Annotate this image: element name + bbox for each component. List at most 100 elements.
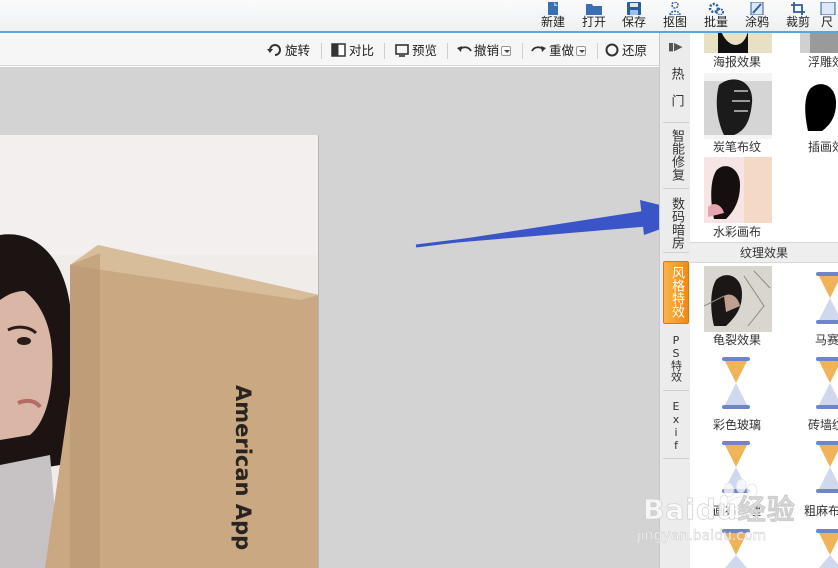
hourglass-loading-icon: [816, 272, 838, 324]
tab-style-effects-label: 风格特效: [669, 266, 684, 318]
redo-dropdown-arrow[interactable]: [576, 46, 587, 56]
effect-thumb-relief[interactable]: [800, 33, 838, 53]
effect-thumb-stained-glass[interactable]: [704, 351, 772, 417]
effect-thumb-more-1[interactable]: [704, 523, 772, 568]
separator: [447, 43, 448, 59]
batch-button[interactable]: 批量: [698, 2, 734, 32]
effect-thumb-mosaic[interactable]: [800, 266, 838, 332]
new-label: 新建: [540, 15, 565, 29]
poster-thumbnail: [704, 33, 772, 53]
tab-exif[interactable]: Exif: [663, 395, 689, 459]
effect-label-illustration: 插画效: [808, 140, 838, 154]
batch-label: 批量: [703, 15, 728, 29]
crop-label: 裁剪: [785, 15, 810, 29]
category-tab-strip: ▮▶ 热门 智能修复 数码暗房 风格特效 PS特效 Exif: [659, 33, 690, 568]
undo-icon: [457, 46, 472, 52]
crop-icon: [791, 2, 805, 15]
separator: [597, 43, 598, 59]
effect-label-relief: 浮雕效: [808, 55, 838, 69]
save-label: 保存: [621, 15, 646, 29]
hourglass-loading-icon: [816, 529, 838, 568]
charcoal-thumbnail: [704, 73, 772, 139]
cutout-icon: [669, 2, 681, 15]
image-canvas[interactable]: American App: [0, 67, 700, 568]
effect-label-crackle: 龟裂效果: [713, 333, 762, 347]
relief-thumbnail: [800, 33, 838, 53]
effect-label-watercolor: 水彩画布: [713, 225, 762, 239]
new-file-icon: [548, 2, 558, 15]
effect-thumb-canvas-texture[interactable]: [704, 435, 772, 501]
open-label: 打开: [581, 15, 606, 29]
doodle-button[interactable]: 涂鸦: [739, 2, 775, 32]
hourglass-loading-icon: [722, 441, 750, 493]
tab-hot[interactable]: 热门: [663, 63, 689, 123]
undo-dropdown-arrow[interactable]: [501, 46, 512, 56]
resize-icon: [820, 2, 836, 15]
pointer-arrow: [415, 200, 700, 248]
redo-icon: [531, 46, 546, 52]
size-label: 尺: [821, 15, 834, 29]
hourglass-loading-icon: [722, 529, 750, 568]
tab-digital-darkroom[interactable]: 数码暗房: [663, 193, 689, 253]
open-button[interactable]: 打开: [576, 2, 612, 32]
restore-button[interactable]: 还原: [604, 42, 647, 60]
effect-label-stained-glass: 彩色玻璃: [713, 418, 762, 432]
separator: [384, 43, 385, 59]
effect-thumb-crackle[interactable]: [704, 266, 772, 332]
effect-thumb-charcoal[interactable]: [704, 73, 772, 139]
effect-label-poster: 海报效果: [713, 55, 762, 69]
watercolor-thumbnail: [704, 157, 772, 223]
new-button[interactable]: 新建: [535, 2, 571, 32]
brush-icon: [750, 2, 764, 15]
effect-thumb-more-2[interactable]: [800, 523, 838, 568]
doodle-label: 涂鸦: [744, 15, 769, 29]
effect-thumb-illustration[interactable]: [800, 73, 838, 139]
rotate-button[interactable]: 旋转: [267, 42, 310, 60]
contrast-label: 对比: [349, 43, 375, 58]
collapse-panel-icon[interactable]: ▮▶: [668, 40, 683, 53]
redo-label: 重做: [549, 43, 575, 58]
illustration-thumbnail: [800, 73, 838, 139]
effect-label-brick: 砖墙纹: [808, 418, 838, 432]
contrast-icon: [331, 43, 346, 57]
undo-button[interactable]: 撤销: [456, 42, 512, 60]
effect-label-canvas-texture: 画布纹理: [713, 504, 762, 518]
hourglass-loading-icon: [816, 441, 838, 493]
effect-label-charcoal: 炭笔布纹: [713, 140, 762, 154]
hourglass-loading-icon: [722, 357, 750, 409]
effect-thumb-watercolor[interactable]: [704, 157, 772, 223]
preview-button[interactable]: 预览: [394, 42, 437, 60]
save-button[interactable]: 保存: [616, 2, 652, 32]
separator: [321, 43, 322, 59]
tab-digital-darkroom-label: 数码暗房: [669, 197, 684, 249]
size-button[interactable]: 尺: [818, 2, 838, 32]
restore-label: 还原: [622, 43, 648, 58]
redo-button[interactable]: 重做: [531, 42, 587, 60]
tab-ps-effects[interactable]: PS特效: [663, 329, 689, 391]
contrast-button[interactable]: 对比: [331, 42, 374, 60]
edit-toolbar: 旋转 对比 预览 撤销 重做 还原: [0, 35, 659, 66]
tab-hot-label: 热门: [668, 67, 684, 121]
effect-thumb-poster[interactable]: [704, 33, 772, 53]
restore-circle-icon: [605, 43, 619, 57]
gear-icon: [708, 2, 724, 15]
effect-thumb-brick[interactable]: [800, 351, 838, 417]
folder-icon: [586, 4, 602, 15]
effect-label-burlap: 粗麻布: [804, 504, 838, 518]
cutout-button[interactable]: 抠图: [657, 2, 693, 32]
hourglass-loading-icon: [816, 357, 838, 409]
effects-panel: 海报效果 浮雕效 炭笔布纹 插画效: [690, 33, 838, 568]
rotate-icon: [267, 44, 281, 56]
tab-smart-repair[interactable]: 智能修复: [663, 127, 689, 189]
effect-label-mosaic: 马赛: [815, 333, 838, 347]
preview-label: 预览: [412, 43, 438, 58]
tab-style-effects[interactable]: 风格特效: [663, 261, 689, 324]
tab-ps-effects-label: PS特效: [669, 334, 683, 382]
effect-thumb-burlap[interactable]: [800, 435, 838, 501]
preview-icon: [395, 44, 409, 57]
rotate-label: 旋转: [285, 43, 311, 58]
texture-effects-section-header: 纹理效果: [690, 242, 838, 263]
crop-button[interactable]: 裁剪: [780, 2, 816, 32]
undo-label: 撤销: [474, 43, 500, 58]
separator: [522, 43, 523, 59]
